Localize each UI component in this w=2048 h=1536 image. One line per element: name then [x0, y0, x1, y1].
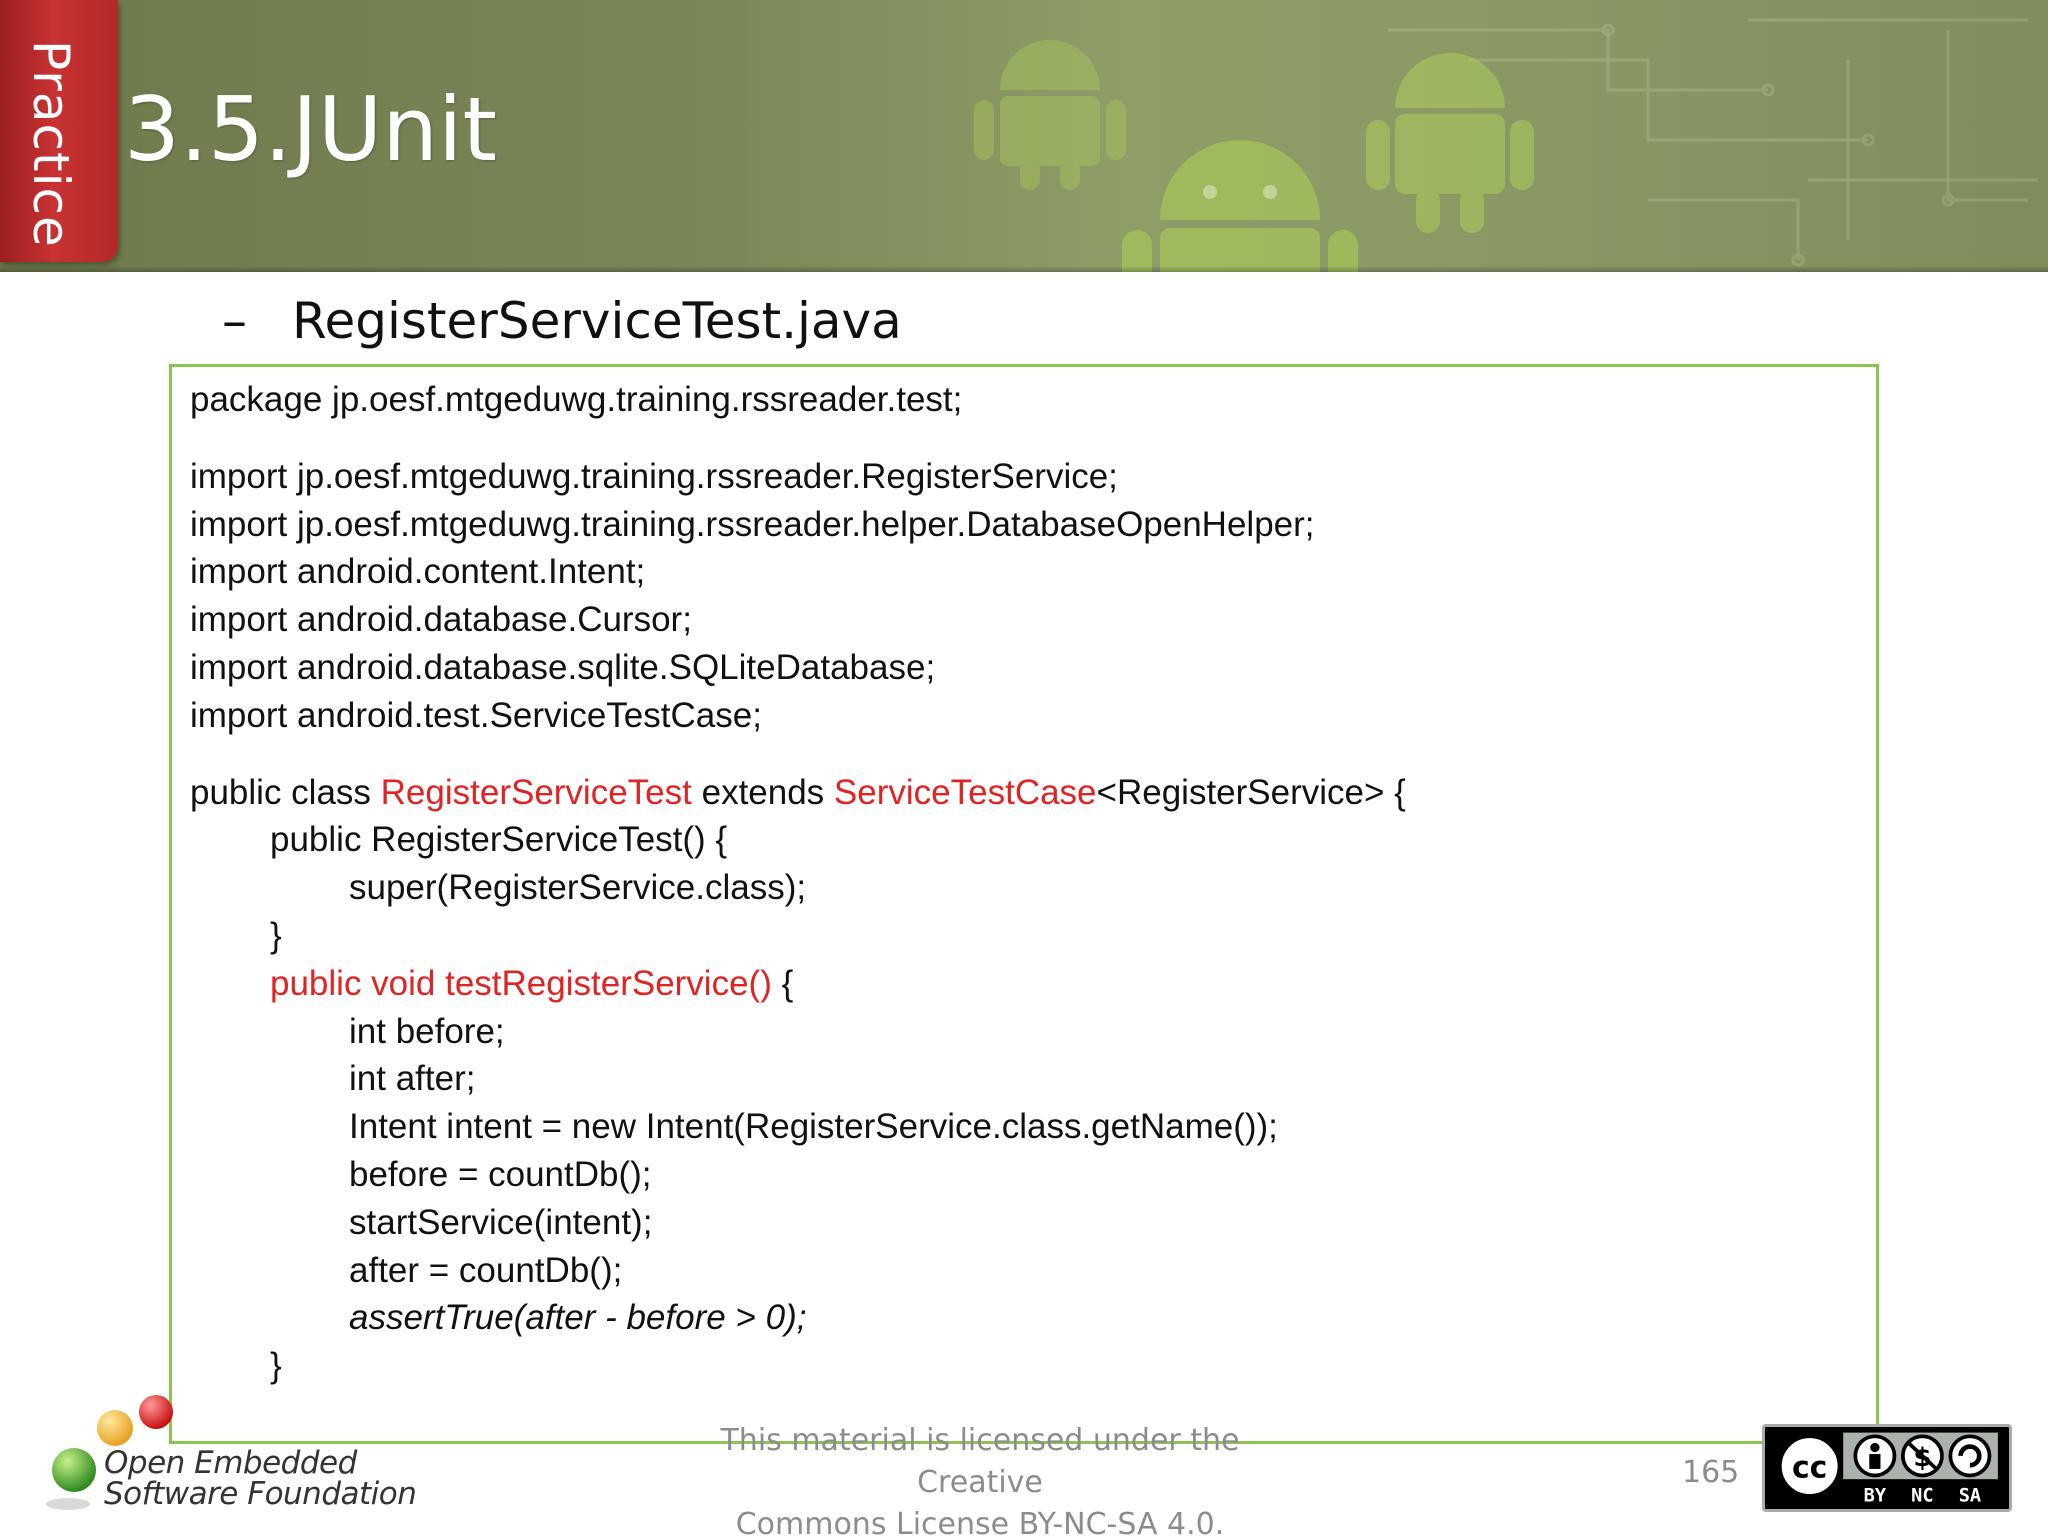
code-line-test-method: public void testRegisterService() {	[190, 960, 1406, 1008]
code-line-assert: assertTrue(after - before > 0);	[349, 1298, 807, 1338]
code-token: extends	[691, 772, 834, 812]
svg-text:cc: cc	[1792, 1450, 1827, 1485]
bullet-dash: –	[222, 292, 247, 350]
cc-license-badge-icon: cc $ BY NC SA	[1762, 1424, 2012, 1512]
code-line: int before;	[349, 1011, 505, 1051]
android-robot-icon	[1122, 140, 1358, 272]
code-line: }	[270, 915, 282, 955]
code-token-highlight: public void testRegisterService()	[270, 963, 772, 1003]
header-banner: Practice 3.5.JUnit	[0, 0, 2048, 272]
code-line: after = countDb();	[349, 1250, 623, 1290]
license-notice: This material is licensed under the Crea…	[700, 1420, 1260, 1536]
code-line: int after;	[349, 1059, 476, 1099]
code-line: public RegisterServiceTest() {	[270, 820, 728, 860]
practice-label: Practice	[22, 40, 80, 248]
code-token-highlight: RegisterServiceTest	[380, 772, 692, 812]
slide-title: 3.5.JUnit	[124, 78, 498, 181]
license-line: This material is licensed under the Crea…	[720, 1423, 1240, 1500]
cc-label-by: BY	[1864, 1486, 1887, 1507]
code-line: import jp.oesf.mtgeduwg.training.rssread…	[190, 456, 1118, 496]
code-line: super(RegisterService.class);	[349, 868, 807, 908]
code-line: import jp.oesf.mtgeduwg.training.rssread…	[190, 504, 1315, 544]
file-name: RegisterServiceTest.java	[292, 292, 902, 350]
code-token: <RegisterService> {	[1096, 772, 1406, 812]
cc-label-sa: SA	[1959, 1486, 1981, 1507]
code-line: before = countDb();	[349, 1154, 652, 1194]
code-line: }	[270, 1346, 282, 1386]
logo-line: Open Embedded	[104, 1445, 357, 1481]
code-line: startService(intent);	[349, 1202, 653, 1242]
license-line: Commons License BY-NC-SA 4.0.	[735, 1507, 1225, 1536]
logo-line: Software Foundation	[104, 1476, 417, 1512]
code-line: import android.content.Intent;	[190, 552, 646, 592]
code-line: Intent intent = new Intent(RegisterServi…	[349, 1107, 1278, 1147]
code-line: import android.test.ServiceTestCase;	[190, 695, 762, 735]
oesf-logo-text: Open Embedded Software Foundation	[104, 1445, 417, 1512]
practice-tab: Practice	[0, 0, 118, 262]
file-heading: – RegisterServiceTest.java	[222, 292, 902, 350]
code-line: package jp.oesf.mtgeduwg.training.rssrea…	[190, 380, 963, 419]
code-token-highlight: ServiceTestCase	[833, 772, 1097, 812]
code-token: {	[771, 963, 794, 1003]
code-line: import android.database.Cursor;	[190, 600, 692, 640]
code-line: import android.database.sqlite.SQLiteDat…	[190, 647, 936, 687]
android-robot-icon	[1366, 53, 1534, 233]
code-listing: package jp.oesf.mtgeduwg.training.rssrea…	[190, 376, 1406, 1390]
cc-label-nc: NC	[1911, 1486, 1933, 1507]
code-token: public class	[190, 772, 381, 812]
code-line-class-declaration: public class RegisterServiceTest extends…	[190, 769, 1406, 817]
page-number: 165	[1682, 1455, 1740, 1490]
